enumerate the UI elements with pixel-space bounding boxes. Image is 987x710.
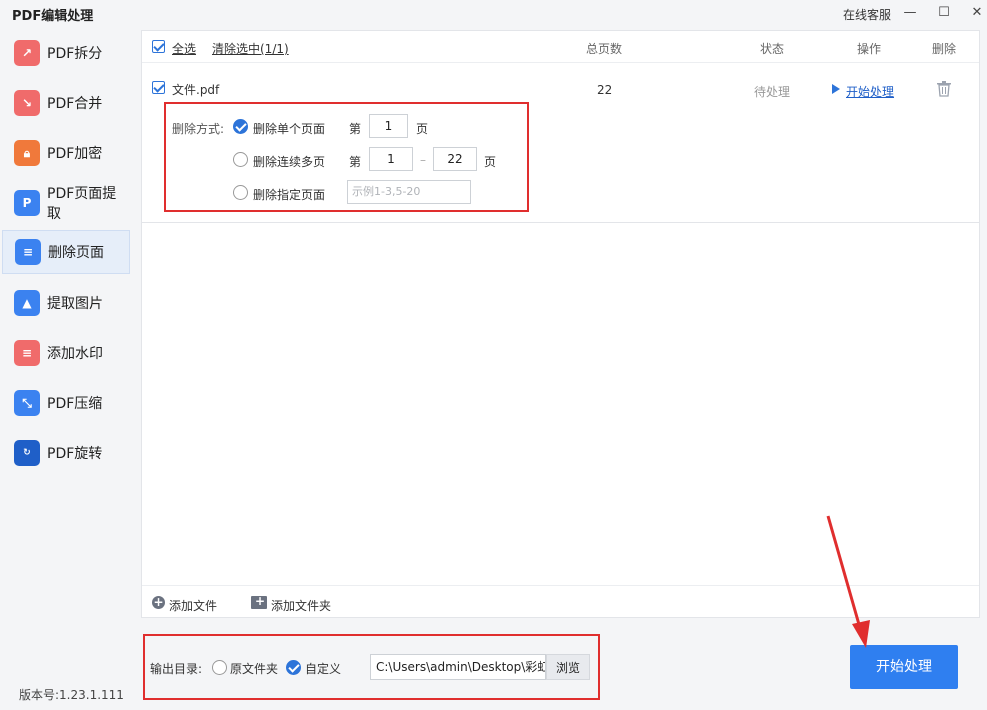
online-service-link[interactable]: 在线客服 bbox=[843, 6, 891, 23]
file-pages: 22 bbox=[597, 83, 613, 97]
add-folder-button[interactable]: 添加文件夹 bbox=[271, 597, 331, 614]
sidebar-item-delete-page[interactable]: ≡ 删除页面 bbox=[2, 230, 130, 274]
output-label: 输出目录: bbox=[150, 662, 203, 676]
add-file-icon: + bbox=[152, 595, 165, 609]
sidebar-item-pdf-encrypt[interactable]: 🔒︎ PDF加密 bbox=[2, 131, 130, 175]
range-dash: – bbox=[420, 153, 426, 167]
col-action: 操作 bbox=[857, 42, 882, 56]
close-button[interactable]: ✕ bbox=[966, 3, 987, 23]
col-pages: 总页数 bbox=[586, 42, 623, 56]
play-icon bbox=[832, 84, 840, 94]
start-row-link[interactable]: 开始处理 bbox=[846, 83, 894, 100]
clear-selected-link[interactable]: 清除选中(1/1) bbox=[212, 40, 289, 57]
col-status: 状态 bbox=[760, 42, 785, 56]
specific-label: 删除指定页面 bbox=[253, 188, 326, 202]
rotate-icon: ↻ bbox=[14, 440, 40, 466]
sidebar-item-label: 添加水印 bbox=[47, 346, 103, 362]
table-header: 全选 清除选中(1/1) 总页数 状态 操作 删除 bbox=[142, 31, 979, 63]
title-bar: PDF编辑处理 在线客服 — ☐ ✕ bbox=[0, 0, 987, 28]
compress-icon: ⤡ bbox=[14, 390, 40, 416]
watermark-icon: ≡ bbox=[14, 340, 40, 366]
delete-page-icon: ≡ bbox=[15, 239, 41, 265]
sidebar-item-label: PDF旋转 bbox=[47, 446, 103, 462]
radio-original-folder[interactable] bbox=[212, 660, 227, 675]
radio-single-page[interactable] bbox=[233, 119, 248, 134]
range-to-input[interactable]: 22 bbox=[433, 147, 477, 171]
sidebar-item-pdf-merge[interactable]: ↘ PDF合并 bbox=[2, 81, 130, 125]
single-page-label: 删除单个页面 bbox=[253, 122, 326, 136]
maximize-button[interactable]: ☐ bbox=[933, 3, 955, 23]
file-list-footer: + 添加文件 添加文件夹 bbox=[142, 585, 979, 618]
sidebar-item-label: PDF合并 bbox=[47, 96, 103, 112]
sidebar-item-compress[interactable]: ⤡ PDF压缩 bbox=[2, 381, 130, 425]
single-prefix: 第 bbox=[349, 122, 362, 136]
sidebar-item-label: PDF拆分 bbox=[47, 46, 103, 62]
original-folder-label: 原文件夹 bbox=[230, 662, 279, 676]
image-extract-icon: ▲ bbox=[14, 290, 40, 316]
output-directory-box: 输出目录: 原文件夹 自定义 C:\Users\admin\Desktop\彩虹… bbox=[143, 634, 600, 700]
sidebar-item-label: PDF页面提取 bbox=[47, 186, 117, 222]
range-suffix: 页 bbox=[484, 155, 497, 169]
range-label: 删除连续多页 bbox=[253, 155, 326, 169]
range-from-input[interactable]: 1 bbox=[369, 147, 413, 171]
sidebar-item-rotate[interactable]: ↻ PDF旋转 bbox=[2, 431, 130, 475]
sidebar-item-pdf-split[interactable]: ↗ PDF拆分 bbox=[2, 31, 130, 75]
sidebar-item-label: PDF加密 bbox=[47, 146, 103, 162]
select-all-checkbox[interactable] bbox=[152, 40, 165, 53]
sidebar-item-image-extract[interactable]: ▲ 提取图片 bbox=[2, 281, 130, 325]
sidebar-item-label: PDF压缩 bbox=[47, 396, 103, 412]
delete-options-box: 删除方式: 删除单个页面 第 1 页 删除连续多页 第 1 – 22 页 删除指… bbox=[164, 102, 529, 212]
sidebar: ↗ PDF拆分 ↘ PDF合并 🔒︎ PDF加密 P PDF页面提取 ≡ 删除页… bbox=[0, 28, 140, 710]
single-suffix: 页 bbox=[416, 122, 429, 136]
merge-icon: ↘ bbox=[14, 90, 40, 116]
mode-label: 删除方式: bbox=[172, 122, 225, 136]
app-title: PDF编辑处理 bbox=[12, 9, 94, 24]
divider bbox=[142, 222, 979, 223]
select-all-label[interactable]: 全选 bbox=[172, 40, 196, 57]
trash-icon[interactable] bbox=[937, 81, 951, 97]
range-prefix: 第 bbox=[349, 155, 362, 169]
file-status: 待处理 bbox=[754, 85, 791, 99]
clear-selected-text: 清除选中(1/1) bbox=[212, 42, 289, 56]
add-file-button[interactable]: 添加文件 bbox=[169, 597, 217, 614]
file-checkbox[interactable] bbox=[152, 81, 165, 94]
file-name: 文件.pdf bbox=[172, 83, 220, 97]
file-list-panel: 全选 清除选中(1/1) 总页数 状态 操作 删除 文件.pdf 22 待处理 … bbox=[141, 30, 980, 618]
radio-custom-folder[interactable] bbox=[286, 660, 301, 675]
sidebar-item-label: 删除页面 bbox=[48, 245, 104, 261]
single-page-input[interactable]: 1 bbox=[369, 114, 408, 138]
sidebar-item-page-extract[interactable]: P PDF页面提取 bbox=[2, 181, 130, 225]
minimize-button[interactable]: — bbox=[899, 3, 921, 23]
add-folder-icon bbox=[251, 594, 267, 609]
sidebar-item-label: 提取图片 bbox=[47, 296, 103, 312]
browse-button[interactable]: 浏览 bbox=[546, 654, 590, 680]
table-row: 文件.pdf 22 待处理 开始处理 bbox=[142, 71, 979, 101]
page-extract-icon: P bbox=[14, 190, 40, 216]
split-icon: ↗ bbox=[14, 40, 40, 66]
specific-pages-input[interactable]: 示例1-3,5-20 bbox=[347, 180, 471, 204]
custom-folder-label: 自定义 bbox=[305, 662, 342, 676]
start-processing-button[interactable]: 开始处理 bbox=[850, 645, 958, 689]
col-delete: 删除 bbox=[932, 42, 957, 56]
sidebar-item-watermark[interactable]: ≡ 添加水印 bbox=[2, 331, 130, 375]
radio-range-pages[interactable] bbox=[233, 152, 248, 167]
lock-icon: 🔒︎ bbox=[14, 140, 40, 166]
output-path-input[interactable]: C:\Users\admin\Desktop\彩虹 bbox=[370, 654, 546, 680]
radio-specific-pages[interactable] bbox=[233, 185, 248, 200]
version-label: 版本号:1.23.1.111 bbox=[19, 688, 124, 702]
